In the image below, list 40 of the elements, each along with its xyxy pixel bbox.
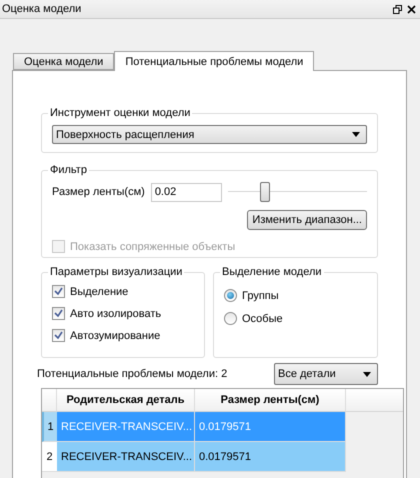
check-icon — [54, 309, 63, 318]
row-number[interactable]: 2 — [42, 442, 57, 472]
checkbox[interactable] — [52, 329, 65, 342]
check-icon — [54, 287, 63, 296]
tool-dropdown[interactable]: Поверхность расщепления — [52, 125, 367, 144]
slider-thumb[interactable] — [260, 182, 270, 202]
size-slider[interactable] — [228, 182, 367, 202]
option-label: Автозумирование — [70, 330, 160, 342]
checkbox[interactable] — [52, 285, 65, 298]
option-label: Особые — [242, 312, 283, 324]
close-icon[interactable] — [407, 4, 416, 14]
tab[interactable]: Оценка модели — [13, 53, 114, 70]
radio-button[interactable] — [224, 312, 237, 325]
column-header[interactable]: Размер ленты(см) — [195, 389, 346, 412]
checkbox[interactable] — [52, 307, 65, 320]
header-filler — [346, 389, 403, 412]
issues-count: Потенциальные проблемы модели: 2 — [37, 368, 228, 380]
tab[interactable]: Потенциальные проблемы модели — [114, 51, 314, 71]
option-label: Группы — [242, 290, 279, 302]
radio-button[interactable] — [224, 289, 237, 302]
group-title: Фильтр — [49, 164, 88, 176]
size-label: Размер ленты(см) — [52, 186, 145, 198]
table-cell[interactable]: RECEIVER-TRANSCEIV... — [57, 442, 195, 472]
table-cell[interactable]: 0.0179571 — [195, 442, 346, 472]
caret-icon — [352, 132, 360, 137]
group-title: Параметры визуализации — [49, 266, 184, 278]
option-label: Авто изолировать — [70, 308, 162, 320]
size-field[interactable]: 0.02 — [150, 182, 222, 202]
caret-icon — [363, 372, 371, 376]
parts-dropdown[interactable]: Все детали — [274, 363, 378, 385]
group-title: Выделение модели — [221, 266, 323, 278]
option-label: Выделение — [70, 286, 128, 298]
row-number[interactable]: 1 — [42, 412, 57, 442]
restore-icon[interactable] — [393, 4, 402, 14]
group-title: Инструмент оценки модели — [49, 107, 192, 119]
window-title: Оценка модели — [2, 3, 82, 15]
header-corner — [42, 389, 57, 412]
column-header[interactable]: Родительская деталь — [57, 389, 195, 412]
check-icon — [54, 331, 63, 340]
change-range-button[interactable]: Изменить диапазон... — [247, 210, 367, 230]
